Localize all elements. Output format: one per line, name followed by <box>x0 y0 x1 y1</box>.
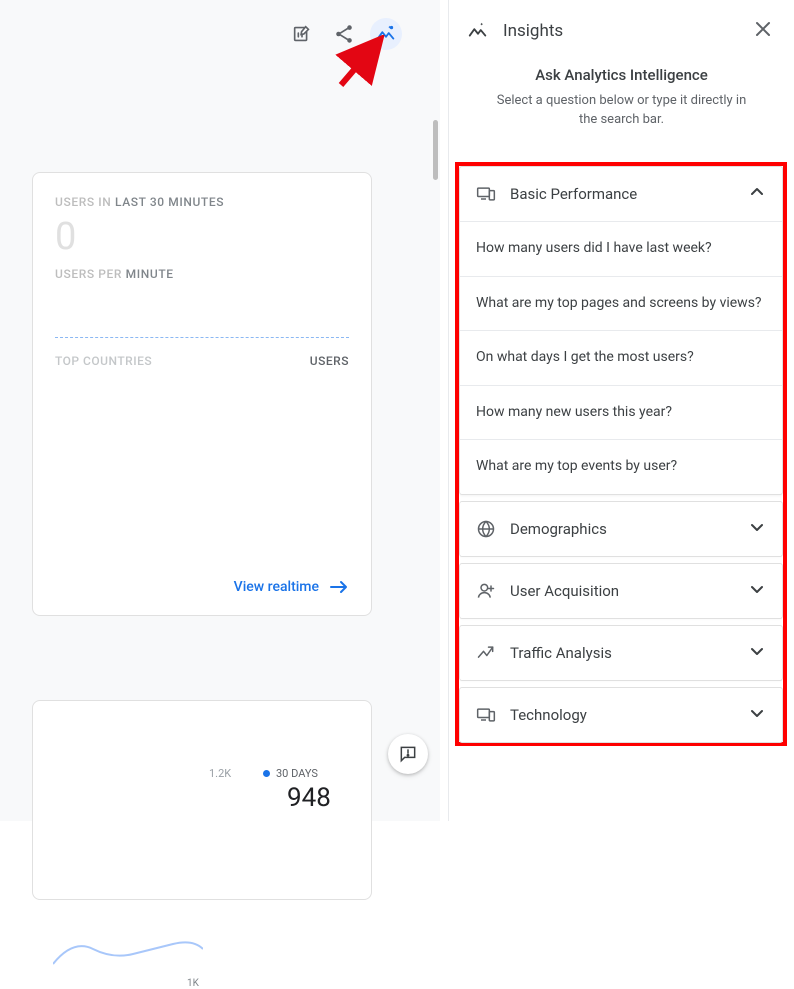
category-header-user-acquisition[interactable]: User Acquisition <box>460 564 782 618</box>
col-users: USERS <box>310 354 349 368</box>
legend-dot-icon <box>263 770 270 777</box>
share-button[interactable] <box>328 18 360 50</box>
person-add-icon <box>476 581 496 601</box>
insights-panel: Insights Ask Analytics Intelligence Sele… <box>448 0 794 821</box>
close-icon <box>754 20 772 38</box>
intro-heading: Ask Analytics Intelligence <box>489 66 754 84</box>
question-item[interactable]: How many users did I have last week? <box>460 221 782 276</box>
users-last-30-value: 0 <box>55 215 349 259</box>
question-item[interactable]: How many new users this year? <box>460 385 782 440</box>
insights-icon <box>467 20 489 42</box>
left-panel: USERS IN LAST 30 MINUTES 0 USERS PER MIN… <box>0 0 440 821</box>
devices-icon <box>476 705 496 725</box>
chevron-down-icon <box>748 642 766 664</box>
close-button[interactable] <box>750 16 776 46</box>
chevron-down-icon <box>748 704 766 726</box>
categories: Basic Performance How many users did I h… <box>455 162 787 746</box>
intro-sub: Select a question below or type it direc… <box>489 92 754 130</box>
chart-x-tick: 1K <box>187 978 199 989</box>
category-basic-performance: Basic Performance How many users did I h… <box>459 166 783 495</box>
panel-header: Insights <box>449 0 794 60</box>
category-title: Basic Performance <box>510 185 734 203</box>
category-title: Technology <box>510 706 734 724</box>
users-last-30-label: USERS IN LAST 30 MINUTES <box>55 195 349 209</box>
chart-legend: 30 DAYS <box>263 767 318 780</box>
realtime-table-header: TOP COUNTRIES USERS <box>55 354 349 368</box>
realtime-card: USERS IN LAST 30 MINUTES 0 USERS PER MIN… <box>32 172 372 616</box>
scrollbar[interactable] <box>433 120 438 180</box>
category-header-demographics[interactable]: Demographics <box>460 502 782 556</box>
chart-value: 948 <box>287 783 331 813</box>
toolbar <box>286 18 402 50</box>
trend-card: 1.2K 30 DAYS 948 1K <box>32 700 372 900</box>
chart-y-max: 1.2K <box>209 767 231 780</box>
users-per-minute-label: USERS PER MINUTE <box>55 267 349 281</box>
category-demographics: Demographics <box>459 501 783 557</box>
col-top-countries: TOP COUNTRIES <box>55 354 152 368</box>
chevron-down-icon <box>748 580 766 602</box>
chart-line-icon <box>53 919 203 979</box>
category-header-technology[interactable]: Technology <box>460 688 782 742</box>
category-title: Traffic Analysis <box>510 644 734 662</box>
customize-report-button[interactable] <box>286 18 318 50</box>
insights-button[interactable] <box>370 18 402 50</box>
globe-icon <box>476 519 496 539</box>
view-realtime-link[interactable]: View realtime <box>234 579 349 595</box>
category-technology: Technology <box>459 687 783 743</box>
question-item[interactable]: What are my top events by user? <box>460 439 782 494</box>
intro: Ask Analytics Intelligence Select a ques… <box>449 60 794 148</box>
feedback-button[interactable] <box>388 734 428 774</box>
category-user-acquisition: User Acquisition <box>459 563 783 619</box>
category-header-traffic-analysis[interactable]: Traffic Analysis <box>460 626 782 680</box>
divider-line <box>55 337 349 338</box>
category-header-basic-performance[interactable]: Basic Performance <box>460 167 782 221</box>
question-item[interactable]: What are my top pages and screens by vie… <box>460 276 782 331</box>
panel-title: Insights <box>503 21 736 41</box>
chevron-up-icon <box>748 183 766 205</box>
arrow-right-icon <box>329 580 349 594</box>
category-title: Demographics <box>510 520 734 538</box>
category-traffic-analysis: Traffic Analysis <box>459 625 783 681</box>
trending-icon <box>476 643 496 663</box>
chevron-down-icon <box>748 518 766 540</box>
feedback-icon <box>398 744 418 764</box>
devices-icon <box>476 184 496 204</box>
category-title: User Acquisition <box>510 582 734 600</box>
question-item[interactable]: On what days I get the most users? <box>460 330 782 385</box>
